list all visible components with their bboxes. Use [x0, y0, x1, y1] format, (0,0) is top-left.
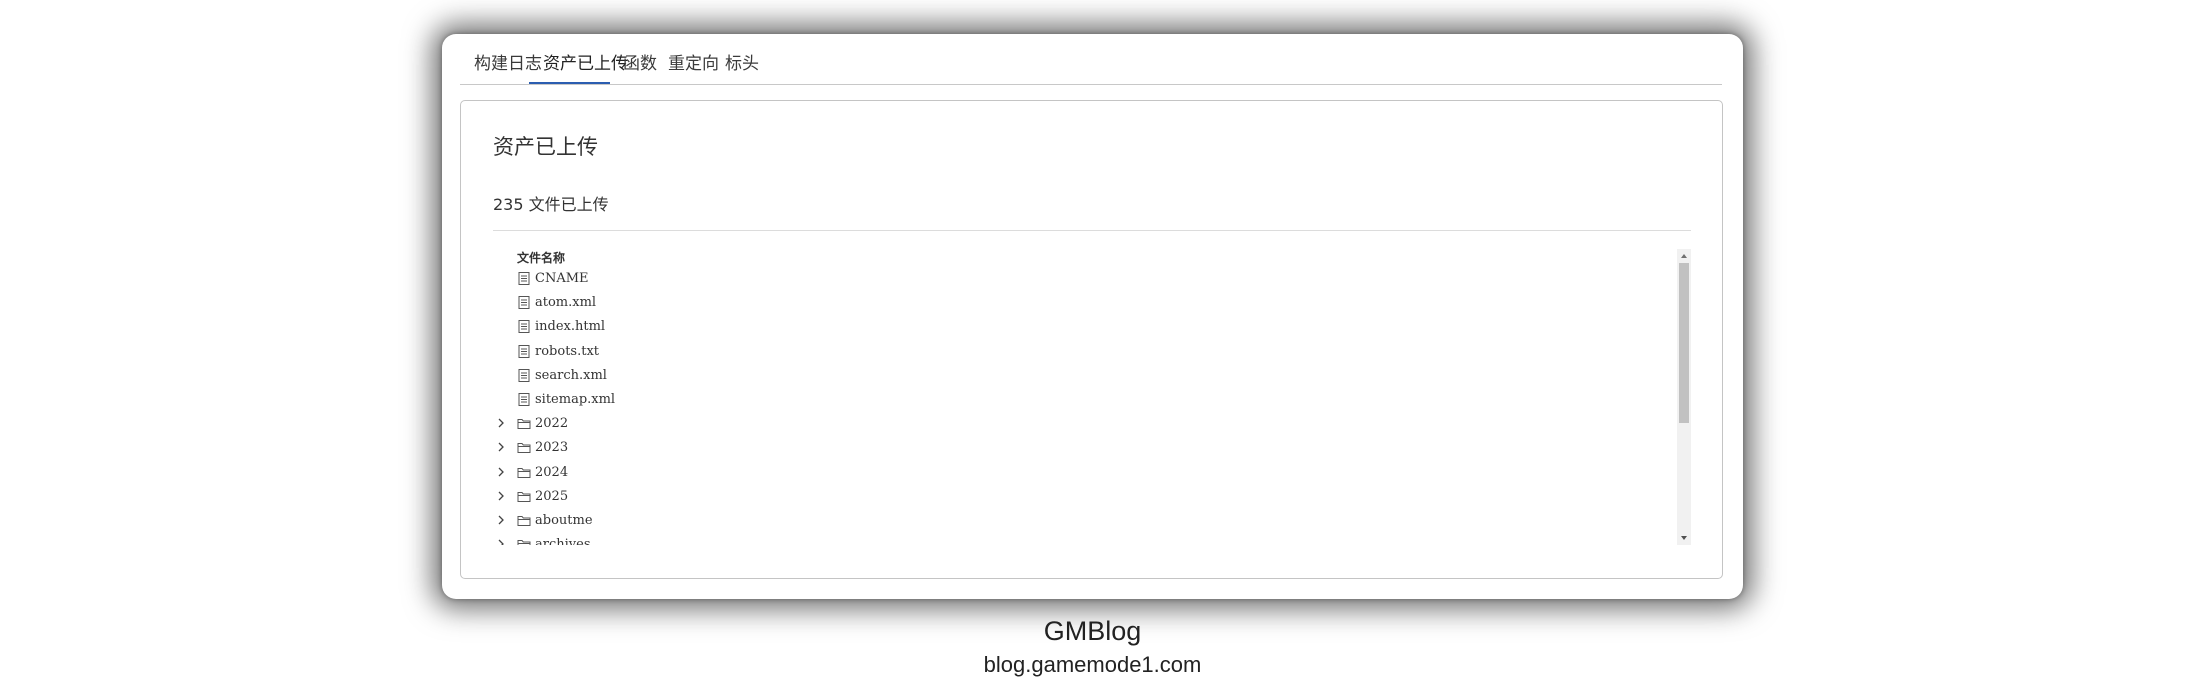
- tree-item-name: sitemap.xml: [535, 392, 616, 407]
- site-url: blog.gamemode1.com: [983, 652, 1202, 677]
- folder-icon: [517, 540, 531, 545]
- chevron-right-icon[interactable]: [496, 489, 506, 503]
- tree-file-row[interactable]: sitemap.xml: [493, 388, 1653, 412]
- uploaded-count: 235 文件已上传: [493, 195, 609, 214]
- chevron-right-icon[interactable]: [496, 440, 506, 454]
- folder-icon: [517, 467, 531, 478]
- file-icon: [518, 368, 530, 382]
- chevron-right-icon[interactable]: [496, 465, 506, 479]
- tree-item-name: archives: [535, 537, 591, 545]
- chevron-right-icon[interactable]: [496, 416, 506, 430]
- scroll-up-arrow-icon[interactable]: [1680, 252, 1688, 260]
- tree-item-name: 2025: [535, 488, 569, 504]
- tree-file-row[interactable]: search.xml: [493, 364, 1653, 388]
- tab-headers[interactable]: 标头: [711, 47, 773, 84]
- scrollbar-thumb[interactable]: [1679, 263, 1689, 423]
- tree-file-row[interactable]: robots.txt: [493, 340, 1653, 364]
- assets-panel: 资产已上传 235 文件已上传 文件名称 CNAME atom.xml index.…: [460, 100, 1723, 579]
- tree-item-name: robots.txt: [535, 343, 599, 359]
- chevron-right-icon[interactable]: [496, 513, 506, 527]
- panel-title: 资产已上传: [493, 135, 598, 159]
- site-name: GMBlog: [1043, 616, 1142, 646]
- scroll-down-arrow-icon[interactable]: [1680, 534, 1688, 542]
- tree-item-name: aboutme: [535, 513, 593, 528]
- tree-item-name: 2023: [535, 440, 569, 456]
- tab-bar: 构建日志 资产已上传 函数 重定向 标头: [460, 34, 1722, 85]
- tree-item-name: search.xml: [535, 367, 607, 383]
- tree-folder-row[interactable]: 2022: [493, 412, 1653, 436]
- folder-icon: [517, 419, 531, 430]
- tree-scrollbar[interactable]: [1677, 249, 1691, 545]
- tab-assets-uploaded[interactable]: 资产已上传: [529, 47, 628, 84]
- tree-folder-row[interactable]: 2024: [493, 461, 1653, 485]
- file-icon: [518, 296, 530, 310]
- divider: [493, 230, 1691, 231]
- file-icon: [518, 320, 530, 334]
- deploy-details-card: 构建日志 资产已上传 函数 重定向 标头 资产已上传 235 文件已上传 文件名…: [442, 34, 1743, 599]
- file-icon: [518, 272, 530, 285]
- tree-folder-row[interactable]: 2023: [493, 436, 1653, 460]
- file-icon: [518, 393, 530, 406]
- tree-folder-row[interactable]: aboutme: [493, 509, 1653, 533]
- tree-file-row[interactable]: atom.xml: [493, 291, 1653, 315]
- tree-item-name: index.html: [535, 319, 606, 335]
- folder-icon: [517, 443, 531, 454]
- tree-item-name: 2024: [535, 464, 569, 480]
- file-name-column-header: 文件名称: [517, 251, 566, 265]
- chevron-right-icon[interactable]: [496, 537, 506, 545]
- tree-folder-row[interactable]: 2025: [493, 485, 1653, 509]
- tree-folder-row[interactable]: archives: [493, 533, 1653, 545]
- page: 构建日志 资产已上传 函数 重定向 标头 资产已上传 235 文件已上传 文件名…: [0, 0, 2185, 695]
- tree-file-row[interactable]: CNAME: [493, 267, 1653, 291]
- file-icon: [518, 344, 530, 358]
- file-tree[interactable]: 文件名称 CNAME atom.xml index.html robots.txt se…: [493, 249, 1691, 545]
- folder-icon: [517, 491, 531, 502]
- tree-file-row[interactable]: index.html: [493, 315, 1653, 339]
- folder-icon: [517, 516, 531, 526]
- tree-item-name: CNAME: [535, 271, 589, 286]
- tree-item-name: 2022: [535, 416, 569, 432]
- tree-item-name: atom.xml: [535, 295, 597, 311]
